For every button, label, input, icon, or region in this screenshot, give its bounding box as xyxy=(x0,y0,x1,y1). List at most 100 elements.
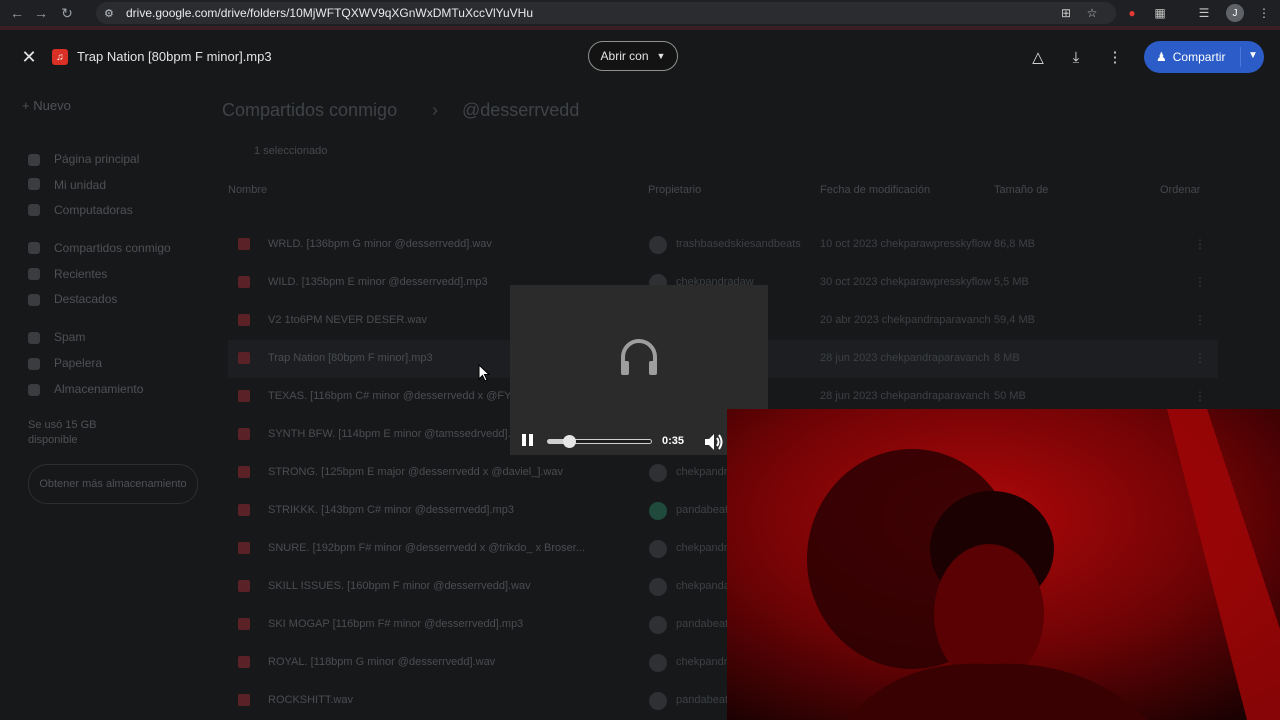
file-name: TEXAS. [116bpm C# minor @desserrvedd x @… xyxy=(268,390,520,402)
bookmark-star-icon[interactable]: ☆ xyxy=(1082,3,1102,23)
column-date: Fecha de modificación xyxy=(820,184,931,196)
audio-file-icon xyxy=(238,504,250,516)
file-row: WRLD. [136bpm G minor @desserrvedd].wav … xyxy=(228,226,1218,264)
webcam-overlay xyxy=(727,409,1280,720)
file-size: 59,4 MB xyxy=(994,314,1035,326)
file-name: SNURE. [192bpm F# minor @desserrvedd x @… xyxy=(268,542,586,554)
audio-file-icon xyxy=(238,618,250,630)
file-date: 10 oct 2023 chekparawpresskyflow xyxy=(820,238,992,250)
file-owner: chekpandr xyxy=(676,542,728,554)
share-divider xyxy=(1240,47,1241,67)
breadcrumb-separator-icon: › xyxy=(432,100,438,120)
trash-icon xyxy=(28,358,40,370)
new-button-label: Nuevo xyxy=(33,98,71,113)
extensions-puzzle-icon[interactable]: ▦ xyxy=(1150,3,1170,23)
sidebar-item-my-drive: Mi unidad xyxy=(54,178,107,192)
file-name: SKI MOGAP [116bpm F# minor @desserrvedd]… xyxy=(268,618,524,630)
media-control-icon[interactable]: ☰ xyxy=(1194,3,1214,23)
open-with-button[interactable]: Abrir con ▼ xyxy=(588,41,678,71)
spam-icon xyxy=(28,332,40,344)
forward-icon[interactable]: → xyxy=(30,2,52,24)
share-label: Compartir xyxy=(1172,50,1226,64)
storage-usage-text: Se usó 15 GB disponible xyxy=(28,419,97,446)
file-size: 50 MB xyxy=(994,390,1026,402)
more-options-icon: ⋮ xyxy=(1194,351,1206,365)
file-owner: chekpandr xyxy=(676,466,728,478)
file-name: ROYAL. [118bpm G minor @desserrvedd].wav xyxy=(268,656,496,668)
sidebar-item-shared: Compartidos conmigo xyxy=(54,241,171,255)
install-app-icon[interactable]: ⊞ xyxy=(1056,3,1076,23)
owner-avatar xyxy=(649,464,667,482)
owner-avatar xyxy=(649,502,667,520)
share-button[interactable]: ♟ Compartir ▼ xyxy=(1144,41,1264,73)
mouse-cursor-icon xyxy=(478,364,490,382)
file-date: 30 oct 2023 chekparawpresskyflow xyxy=(820,276,992,288)
caret-down-icon: ▼ xyxy=(656,51,666,61)
breadcrumb-shared: Compartidos conmigo xyxy=(222,100,398,120)
audio-file-icon xyxy=(238,466,250,478)
more-options-icon: ⋮ xyxy=(1194,313,1206,327)
file-name: STRIKKK. [143bpm C# minor @desserrvedd].… xyxy=(268,504,514,516)
seek-handle[interactable] xyxy=(562,435,576,448)
audio-file-icon xyxy=(238,390,250,402)
cloud-icon xyxy=(28,384,40,396)
drive-icon xyxy=(28,178,40,190)
home-icon xyxy=(28,154,40,166)
recent-icon xyxy=(28,268,40,280)
audio-file-icon xyxy=(238,580,250,592)
file-name: Trap Nation [80bpm F minor].mp3 xyxy=(268,352,433,364)
selection-count: 1 seleccionado xyxy=(254,145,328,157)
owner-avatar xyxy=(649,578,667,596)
owner-avatar xyxy=(649,236,667,254)
file-date: 28 jun 2023 chekpandraparavanch xyxy=(820,390,990,402)
browser-toolbar: ← → ↻ ⚙ drive.google.com/drive/folders/1… xyxy=(0,0,1280,26)
extension-icon[interactable]: ● xyxy=(1122,3,1142,23)
new-button: + Nuevo xyxy=(22,98,71,113)
shared-icon xyxy=(28,242,40,254)
address-bar[interactable]: ⚙ drive.google.com/drive/folders/10MjWFT… xyxy=(96,2,1116,24)
site-info-icon[interactable]: ⚙ xyxy=(104,7,122,20)
more-options-icon: ⋮ xyxy=(1194,237,1206,251)
audio-file-icon xyxy=(238,276,250,288)
share-dropdown-icon[interactable]: ▼ xyxy=(1248,50,1258,61)
computer-icon xyxy=(28,204,40,216)
file-name: WRLD. [136bpm G minor @desserrvedd].wav xyxy=(268,238,492,250)
download-icon[interactable]: ⤓ xyxy=(1064,46,1088,68)
close-preview-icon[interactable]: ✕ xyxy=(18,46,40,68)
webcam-person-image xyxy=(727,409,1280,720)
pause-button[interactable] xyxy=(520,433,536,449)
file-size: 86,8 MB xyxy=(994,238,1035,250)
sidebar-item-home: Página principal xyxy=(54,152,140,166)
preview-file-title: Trap Nation [80bpm F minor].mp3 xyxy=(77,49,272,64)
more-options-icon: ⋮ xyxy=(1194,389,1206,403)
column-owner: Propietario xyxy=(648,184,702,196)
profile-avatar[interactable]: J xyxy=(1226,4,1244,22)
audio-file-icon xyxy=(238,542,250,554)
seek-bar[interactable] xyxy=(547,435,652,448)
column-sort: Ordenar xyxy=(1160,184,1201,196)
sidebar-item-recent: Recientes xyxy=(54,267,108,281)
share-people-icon: ♟ xyxy=(1156,50,1167,64)
owner-avatar xyxy=(649,616,667,634)
chrome-menu-icon[interactable]: ⋮ xyxy=(1254,3,1274,23)
more-actions-icon[interactable]: ⋮ xyxy=(1103,46,1127,68)
audio-file-icon xyxy=(238,352,250,364)
sidebar-item-storage: Almacenamiento xyxy=(54,382,144,396)
audio-file-icon: ♫ xyxy=(52,49,68,65)
back-icon[interactable]: ← xyxy=(6,2,28,24)
sidebar-item-spam: Spam xyxy=(54,330,86,344)
reload-icon[interactable]: ↻ xyxy=(56,2,78,24)
playback-time: 0:35 xyxy=(662,435,685,447)
audio-file-icon xyxy=(238,428,250,440)
file-date: 28 jun 2023 chekpandraparavanch xyxy=(820,352,990,364)
file-name: WILD. [135bpm E minor @desserrvedd].mp3 xyxy=(268,276,488,288)
file-owner: pandabeat xyxy=(676,618,728,630)
file-owner: chekpanda xyxy=(676,580,730,592)
file-name: STRONG. [125bpm E major @desserrvedd x @… xyxy=(268,466,563,478)
add-shortcut-drive-icon[interactable]: △ xyxy=(1026,46,1050,68)
volume-icon[interactable] xyxy=(704,433,724,451)
file-owner: trashbasedskiesandbeats xyxy=(676,238,801,250)
file-size: 5,5 MB xyxy=(994,276,1029,288)
file-name: SYNTH BFW. [114bpm E minor @tamssedrvedd… xyxy=(268,428,531,440)
star-icon xyxy=(28,294,40,306)
